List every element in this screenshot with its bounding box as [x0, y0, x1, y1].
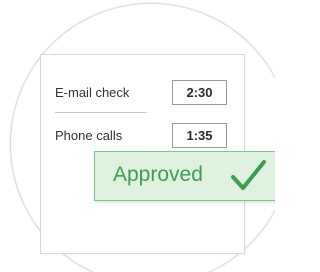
illustration: E-mail check 2:30 Phone calls 1:35 Appro… [0, 0, 275, 272]
time-field[interactable]: 2:30 [172, 80, 227, 105]
task-label: Phone calls [55, 128, 123, 143]
approved-label: Approved [113, 163, 203, 186]
approved-badge: Approved [94, 151, 275, 201]
task-label: E-mail check [55, 85, 130, 100]
time-field[interactable]: 1:35 [172, 123, 227, 148]
time-entry-row: Phone calls 1:35 [41, 123, 246, 149]
divider [55, 112, 147, 113]
time-entry-row: E-mail check 2:30 [41, 80, 246, 106]
checkmark-icon [231, 160, 266, 190]
